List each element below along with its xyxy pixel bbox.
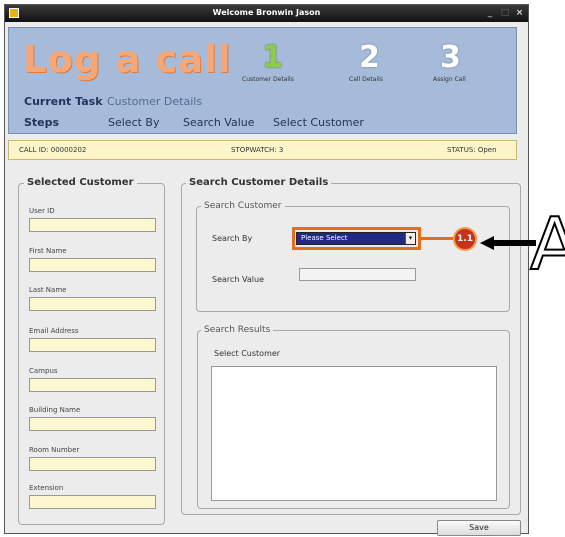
- call-info-bar: CALL ID: 00000202 STOPWATCH: 3 STATUS: O…: [8, 140, 517, 160]
- building-name-label: Building Name: [29, 406, 81, 414]
- search-by-label: Search By: [212, 234, 253, 243]
- step-3-number[interactable]: 3: [440, 40, 461, 75]
- user-id-field[interactable]: [29, 218, 156, 232]
- title-bar: Welcome Bronwin Jason _ □ ×: [5, 5, 528, 22]
- user-id-label: User ID: [29, 207, 55, 215]
- search-value-input[interactable]: [299, 268, 416, 281]
- last-name-label: Last Name: [29, 286, 67, 294]
- status-badge: STATUS: Open: [447, 146, 497, 154]
- chevron-down-icon[interactable]: ▾: [405, 233, 415, 244]
- current-task-value: Customer Details: [107, 95, 203, 108]
- page-title: Log a call: [23, 38, 232, 81]
- step-2-caption: Call Details: [349, 76, 383, 83]
- step-link-select-by[interactable]: Select By: [108, 116, 160, 129]
- search-customer-details-legend: Search Customer Details: [186, 177, 332, 188]
- search-customer-legend: Search Customer: [201, 201, 285, 211]
- step-link-search-value[interactable]: Search Value: [183, 116, 255, 129]
- callout-badge: 1.1: [453, 227, 477, 251]
- selected-customer-group: Selected Customer User ID First Name Las…: [18, 177, 165, 525]
- room-number-label: Room Number: [29, 446, 80, 454]
- extension-field[interactable]: [29, 495, 156, 509]
- minimize-button[interactable]: _: [483, 7, 497, 19]
- current-task-label: Current Task: [24, 95, 103, 108]
- wizard-header: Log a call 1 Customer Details 2 Call Det…: [8, 27, 517, 134]
- search-by-select[interactable]: Please Select ▾: [296, 232, 416, 245]
- callout-connector: [421, 237, 454, 240]
- building-name-field[interactable]: [29, 417, 156, 431]
- search-results-legend: Search Results: [201, 325, 274, 335]
- maximize-button[interactable]: □: [498, 7, 512, 19]
- first-name-label: First Name: [29, 247, 67, 255]
- selected-customer-legend: Selected Customer: [24, 177, 137, 188]
- step-link-select-customer[interactable]: Select Customer: [273, 116, 364, 129]
- save-button[interactable]: Save: [437, 520, 521, 536]
- room-number-field[interactable]: [29, 457, 156, 471]
- step-2-number[interactable]: 2: [359, 40, 380, 75]
- email-address-label: Email Address: [29, 327, 79, 335]
- email-address-field[interactable]: [29, 338, 156, 352]
- extension-label: Extension: [29, 484, 64, 492]
- customer-results-list[interactable]: [211, 366, 497, 501]
- annotation-arrow-icon: [480, 236, 536, 250]
- steps-label: Steps: [24, 116, 60, 129]
- step-1-caption: Customer Details: [242, 76, 294, 83]
- last-name-field[interactable]: [29, 297, 156, 311]
- first-name-field[interactable]: [29, 258, 156, 272]
- campus-field[interactable]: [29, 378, 156, 392]
- select-customer-label: Select Customer: [214, 349, 281, 358]
- campus-label: Campus: [29, 367, 58, 375]
- close-button[interactable]: ×: [513, 7, 526, 19]
- step-3-caption: Assign Call: [433, 76, 466, 83]
- stopwatch: STOPWATCH: 3: [231, 146, 284, 154]
- call-id: CALL ID: 00000202: [19, 146, 87, 154]
- annotation-letter: A: [529, 202, 565, 286]
- search-customer-group: Search Customer Search By Search Value: [196, 201, 510, 312]
- window-title: Welcome Bronwin Jason: [212, 8, 321, 17]
- step-1-number[interactable]: 1: [262, 40, 283, 75]
- search-value-label: Search Value: [212, 275, 264, 284]
- search-by-selected-value: Please Select: [301, 234, 348, 242]
